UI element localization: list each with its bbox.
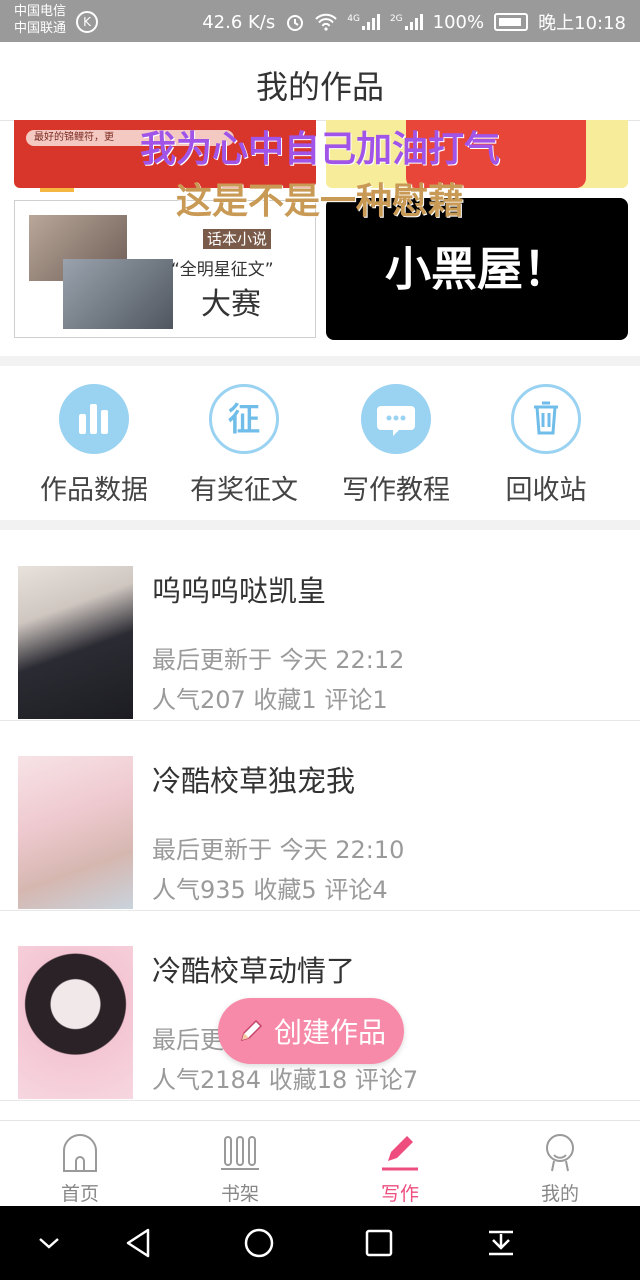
contest-tag: 话本小说 — [203, 229, 272, 249]
tab-label: 书架 — [220, 1183, 259, 1205]
contest-title: 大赛 — [201, 287, 261, 322]
carrier-1: 中国电信 — [14, 4, 67, 19]
bottom-tab-bar: 首页 书架 写作 我的 — [0, 1120, 640, 1207]
action-label: 回收站 — [505, 475, 587, 506]
create-work-button[interactable]: 创建作品 — [218, 998, 404, 1064]
page-title: 我的作品 — [255, 68, 384, 106]
quick-actions: 作品数据 征 有奖征文 写作教程 回收站 — [0, 368, 640, 520]
bookshelf-icon — [221, 1136, 259, 1170]
create-work-label: 创建作品 — [273, 1016, 386, 1049]
status-bar: 中国电信 中国联通 K 42.6 K/s 4G 2G 100% 晚上10:18 — [0, 0, 640, 42]
tab-writing[interactable]: 写作 — [320, 1121, 480, 1207]
pencil-icon — [382, 1136, 418, 1171]
battery-icon — [494, 13, 529, 31]
action-label: 作品数据 — [40, 475, 148, 506]
clock: 晚上10:18 — [538, 13, 626, 34]
banner-photo — [63, 259, 173, 329]
action-label: 有奖征文 — [190, 475, 298, 506]
contest-glyph: 征 — [227, 400, 260, 438]
list-item[interactable]: 冷酷校草独宠我 最后更新于 今天 22:10 人气935 收藏5 评论4 — [0, 720, 640, 911]
work-cover — [18, 566, 133, 719]
work-updated: 最后更新于 今天 22:12 — [152, 646, 405, 674]
k-badge-icon: K — [76, 11, 98, 33]
chevron-down-icon[interactable] — [32, 1226, 66, 1260]
pencil-icon — [240, 1019, 263, 1042]
signal-2g-icon: 2G — [390, 14, 423, 30]
action-contest[interactable]: 征 有奖征文 — [164, 368, 324, 520]
overlay-caption-1: 我为心中自己加油打气 — [139, 129, 500, 170]
work-title: 冷酷校草动情了 — [152, 954, 356, 988]
back-icon[interactable] — [122, 1226, 156, 1260]
alarm-icon — [287, 15, 304, 31]
network-speed: 42.6 K/s — [202, 11, 276, 33]
tab-label: 我的 — [540, 1183, 579, 1205]
action-work-data[interactable]: 作品数据 — [14, 368, 174, 520]
bar-chart-icon — [59, 384, 129, 454]
action-tutorial[interactable]: 写作教程 — [316, 368, 476, 520]
section-divider — [0, 356, 640, 366]
work-stats: 人气2184 收藏18 评论7 — [152, 1066, 419, 1094]
section-divider — [0, 520, 640, 530]
work-title: 冷酷校草独宠我 — [152, 764, 356, 798]
recents-icon[interactable] — [362, 1226, 396, 1260]
chat-bubble-icon — [361, 384, 431, 454]
list-item[interactable]: 呜呜呜哒凯皇 最后更新于 今天 22:12 人气207 收藏1 评论1 — [0, 530, 640, 721]
header: 我的作品 — [0, 42, 640, 121]
action-recycle-bin[interactable]: 回收站 — [466, 368, 626, 520]
work-cover — [18, 756, 133, 909]
tab-label: 首页 — [60, 1183, 99, 1205]
banner-area: 最好的锦鲤符，更 话本小说 “全明星征文” 大赛 小黑屋！ 我为心中自己加油打气… — [0, 120, 640, 358]
contest-subtitle: “全明星征文” — [171, 260, 274, 280]
tab-profile[interactable]: 我的 — [480, 1121, 640, 1207]
work-cover — [18, 946, 133, 1099]
carrier-info: 中国电信 中国联通 — [14, 3, 66, 37]
trash-icon — [511, 384, 581, 454]
action-label: 写作教程 — [342, 475, 450, 506]
profile-icon — [546, 1134, 574, 1172]
overlay-caption-2: 这是不是一种慰藉 — [175, 181, 464, 222]
tab-label: 写作 — [380, 1183, 419, 1205]
work-updated: 最后更新于 今天 22:10 — [152, 836, 405, 864]
system-nav-bar — [0, 1206, 640, 1280]
signal-4g-icon: 4G — [347, 14, 380, 30]
tab-home[interactable]: 首页 — [0, 1121, 160, 1207]
tab-bookshelf[interactable]: 书架 — [160, 1121, 320, 1207]
work-stats: 人气935 收藏5 评论4 — [152, 876, 388, 904]
work-title: 呜呜呜哒凯皇 — [152, 574, 327, 608]
wifi-icon — [315, 13, 337, 31]
home-icon — [63, 1134, 97, 1172]
carrier-2: 中国联通 — [14, 21, 67, 36]
contest-icon: 征 — [209, 384, 279, 454]
work-stats: 人气207 收藏1 评论1 — [152, 686, 388, 714]
battery-level: 100% — [432, 11, 485, 33]
notification-pull-icon[interactable] — [484, 1226, 518, 1260]
home-circle-icon[interactable] — [242, 1226, 276, 1260]
